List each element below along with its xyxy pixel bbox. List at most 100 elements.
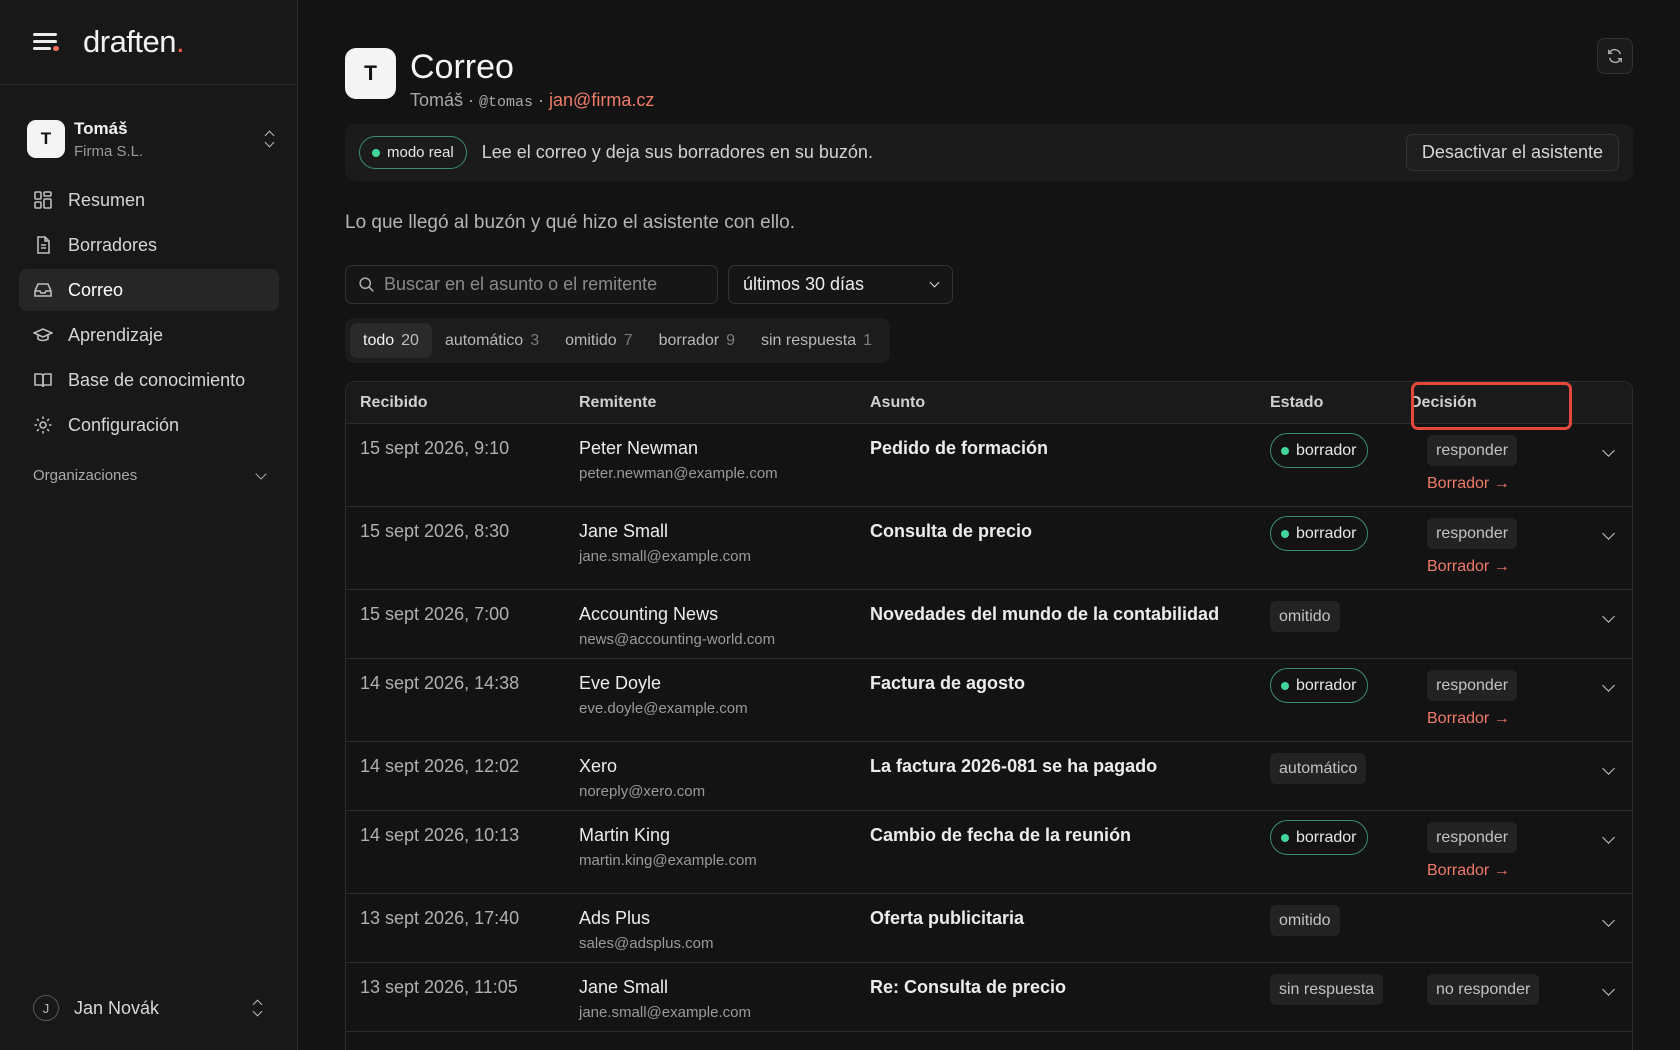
sidebar-item-correo[interactable]: Correo bbox=[19, 269, 279, 311]
chevron-down-icon[interactable] bbox=[1602, 527, 1615, 540]
sidebar-item-borradores[interactable]: Borradores bbox=[19, 224, 279, 266]
search-icon bbox=[359, 277, 374, 292]
banner-message: Lee el correo y deja sus borradores en s… bbox=[481, 142, 873, 162]
status-badge: automático bbox=[1270, 753, 1367, 784]
organizations-toggle[interactable]: Organizaciones bbox=[33, 467, 267, 484]
table-row[interactable]: 14 sept 2026, 12:02 Xero noreply@xero.com… bbox=[346, 742, 1632, 811]
mode-badge: modo real bbox=[359, 136, 467, 169]
user-menu[interactable]: J Jan Novák bbox=[33, 994, 265, 1022]
chevron-down-icon[interactable] bbox=[1602, 610, 1615, 623]
received-date: 14 sept 2026, 10:13 bbox=[360, 825, 520, 845]
table-row[interactable]: 14 sept 2026, 14:38 Eve Doyle eve.doyle@e… bbox=[346, 659, 1632, 742]
subject: Oferta publicitaria bbox=[870, 908, 1025, 928]
chevron-down-icon[interactable] bbox=[1602, 914, 1615, 927]
chevron-down-icon[interactable] bbox=[1602, 831, 1615, 844]
status-badge: borrador bbox=[1270, 668, 1369, 703]
column-received[interactable]: Recibido bbox=[360, 394, 428, 412]
organizations-label: Organizaciones bbox=[33, 467, 138, 484]
sender: Jane Small jane.small@example.com bbox=[579, 977, 751, 1021]
chevron-updown-icon bbox=[263, 130, 277, 148]
sidebar-nav: Resumen Borradores Correo Aprendizaje Ba… bbox=[19, 179, 279, 449]
account-switcher[interactable]: T Tomáš Firma S.L. bbox=[27, 116, 277, 162]
chevron-down-icon bbox=[255, 467, 267, 480]
status-dot-icon bbox=[372, 148, 380, 157]
assistant-status-banner: modo real Lee el correo y deja sus borra… bbox=[345, 124, 1633, 181]
page-subtitle: Tomáš · @tomas · jan@firma.cz bbox=[410, 90, 655, 111]
sidebar-item-aprendizaje[interactable]: Aprendizaje bbox=[19, 314, 279, 356]
refresh-icon bbox=[1607, 48, 1623, 64]
menu-icon[interactable] bbox=[33, 32, 59, 52]
search-input[interactable] bbox=[384, 274, 704, 295]
chevron-down-icon[interactable] bbox=[1602, 983, 1615, 996]
received-date: 15 sept 2026, 9:10 bbox=[360, 438, 510, 458]
table-row[interactable]: 15 sept 2026, 8:30 Jane Small jane.small@… bbox=[346, 507, 1632, 590]
column-sender[interactable]: Remitente bbox=[579, 394, 656, 412]
open-draft-link[interactable]: Borrador → bbox=[1427, 862, 1517, 880]
decision-chip: responder bbox=[1427, 670, 1518, 701]
book-icon bbox=[34, 373, 52, 388]
brand-bar: draften. bbox=[0, 0, 297, 85]
received-date: 14 sept 2026, 12:02 bbox=[360, 756, 520, 776]
received-date: 13 sept 2026, 17:40 bbox=[360, 908, 520, 928]
date-range-select[interactable]: últimos 30 días bbox=[728, 265, 953, 304]
subject: Pedido de formación bbox=[870, 438, 1049, 458]
sidebar-item-base-de-conocimiento[interactable]: Base de conocimiento bbox=[19, 359, 279, 401]
mail-table: Recibido Remitente Asunto Estado Decisió… bbox=[345, 381, 1633, 1050]
tab-todo[interactable]: todo 20 bbox=[350, 323, 432, 358]
chevron-updown-icon bbox=[251, 999, 265, 1017]
sender: Peter Newman peter.newman@example.com bbox=[579, 438, 778, 482]
open-draft-link[interactable]: Borrador → bbox=[1427, 475, 1517, 493]
sidebar-item-label: Borradores bbox=[68, 234, 158, 255]
status-badge: borrador bbox=[1270, 516, 1369, 551]
search-field[interactable] bbox=[345, 265, 718, 304]
chevron-down-icon[interactable] bbox=[1602, 444, 1615, 457]
received-date: 15 sept 2026, 7:00 bbox=[360, 604, 510, 624]
logo[interactable]: draften. bbox=[83, 24, 185, 60]
subject: Novedades del mundo de la contabilidad bbox=[870, 604, 1220, 624]
table-row[interactable]: 15 sept 2026, 7:00 Accounting News news@a… bbox=[346, 590, 1632, 659]
tab-borrador[interactable]: borrador 9 bbox=[646, 323, 748, 358]
subject: Re: Consulta de precio bbox=[870, 977, 1067, 997]
user-handle: @tomas bbox=[479, 94, 534, 111]
received-date: 15 sept 2026, 8:30 bbox=[360, 521, 510, 541]
status-badge: omitido bbox=[1270, 905, 1340, 936]
status-badge: borrador bbox=[1270, 820, 1369, 855]
subject: La factura 2026-081 se ha pagado bbox=[870, 756, 1158, 776]
decision-chip: responder bbox=[1427, 822, 1518, 853]
tab-automatico[interactable]: automático 3 bbox=[432, 323, 552, 358]
mailbox-email-link[interactable]: jan@firma.cz bbox=[549, 90, 654, 110]
page-description: Lo que llegó al buzón y qué hizo el asis… bbox=[345, 212, 795, 233]
sidebar-item-configuracion[interactable]: Configuración bbox=[19, 404, 279, 446]
tab-sin-respuesta[interactable]: sin respuesta 1 bbox=[748, 323, 885, 358]
filter-tabs: todo 20 automático 3 omitido 7 borrador 9 si… bbox=[345, 318, 891, 363]
mailbox-avatar: T bbox=[345, 48, 396, 99]
table-row[interactable]: 13 sept 2026, 11:05 Jane Small jane.small… bbox=[346, 963, 1632, 1032]
deactivate-assistant-button[interactable]: Desactivar el asistente bbox=[1405, 134, 1619, 171]
column-state[interactable]: Estado bbox=[1270, 394, 1323, 412]
sidebar-item-label: Aprendizaje bbox=[68, 324, 164, 345]
chevron-down-icon[interactable] bbox=[1602, 762, 1615, 775]
refresh-button[interactable] bbox=[1597, 38, 1633, 74]
open-draft-link[interactable]: Borrador → bbox=[1427, 558, 1517, 576]
table-row[interactable]: 13 sept 2026, 17:40 Ads Plus sales@adsplu… bbox=[346, 894, 1632, 963]
user-avatar: J bbox=[33, 995, 59, 1021]
decision-chip: no responder bbox=[1427, 974, 1540, 1005]
account-org: Firma S.L. bbox=[74, 142, 144, 160]
received-date: 14 sept 2026, 14:38 bbox=[360, 673, 520, 693]
sidebar-item-label: Correo bbox=[68, 279, 124, 300]
status-badge: borrador bbox=[1270, 433, 1369, 468]
sender: Accounting News news@accounting-world.com bbox=[579, 604, 776, 648]
decision-column-highlight bbox=[1411, 382, 1572, 430]
chevron-down-icon[interactable] bbox=[1602, 679, 1615, 692]
sender: Martin King martin.king@example.com bbox=[579, 825, 757, 869]
sidebar-item-resumen[interactable]: Resumen bbox=[19, 179, 279, 221]
tab-omitido[interactable]: omitido 7 bbox=[552, 323, 645, 358]
table-row[interactable]: 14 sept 2026, 10:13 Martin King martin.ki… bbox=[346, 811, 1632, 894]
status-badge: omitido bbox=[1270, 601, 1340, 632]
column-subject[interactable]: Asunto bbox=[870, 394, 925, 412]
sender: Jane Small jane.small@example.com bbox=[579, 521, 751, 565]
open-draft-link[interactable]: Borrador → bbox=[1427, 710, 1517, 728]
decision-chip: responder bbox=[1427, 518, 1518, 549]
sidebar-item-label: Resumen bbox=[68, 189, 146, 210]
table-row[interactable]: 15 sept 2026, 9:10 Peter Newman peter.new… bbox=[346, 424, 1632, 507]
